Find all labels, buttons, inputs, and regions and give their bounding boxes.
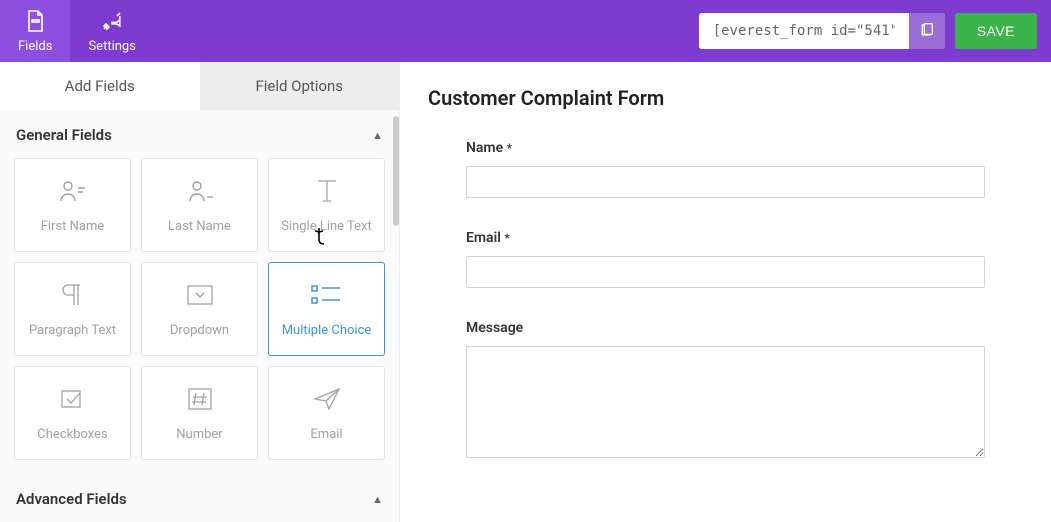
tab-add-fields[interactable]: Add Fields (0, 62, 200, 110)
tab-field-options[interactable]: Field Options (200, 62, 400, 110)
email-label: Email * (466, 230, 985, 246)
field-last-name[interactable]: Last Name (141, 158, 258, 252)
nav-fields-label: Fields (18, 39, 52, 54)
name-label: Name * (466, 140, 985, 156)
field-multiple-choice[interactable]: Multiple Choice (268, 262, 385, 356)
paragraph-icon (60, 281, 86, 309)
message-label: Message (466, 320, 985, 336)
section-general-fields[interactable]: General Fields ▲ (0, 110, 399, 158)
field-checkboxes[interactable]: Checkboxes (14, 366, 131, 460)
nav-settings[interactable]: Settings (70, 0, 153, 62)
settings-icon (100, 9, 124, 37)
nav-fields[interactable]: Fields (0, 0, 70, 62)
copy-shortcode-button[interactable] (909, 13, 945, 49)
chevron-up-icon: ▲ (372, 493, 383, 506)
email-input[interactable] (466, 256, 985, 288)
form-title: Customer Complaint Form (428, 86, 1023, 110)
person-icon (185, 177, 215, 205)
sidebar: Add Fields Field Options General Fields … (0, 62, 400, 522)
shortcode-box (699, 13, 945, 49)
field-first-name[interactable]: First Name (14, 158, 131, 252)
save-button[interactable]: SAVE (955, 13, 1037, 49)
fields-icon (23, 9, 47, 37)
checkbox-icon (60, 385, 86, 413)
name-input[interactable] (466, 166, 985, 198)
text-icon (312, 177, 342, 205)
field-single-line-text[interactable]: Single Line Text (268, 158, 385, 252)
top-toolbar: Fields Settings SAVE (0, 0, 1051, 62)
section-advanced-fields[interactable]: Advanced Fields ▲ (0, 474, 399, 522)
nav-settings-label: Settings (88, 39, 135, 54)
shortcode-input[interactable] (699, 13, 909, 49)
form-field-name[interactable]: Name * (466, 140, 985, 198)
form-field-message[interactable]: Message (466, 320, 985, 462)
form-field-email[interactable]: Email * (466, 230, 985, 288)
message-textarea[interactable] (466, 346, 985, 458)
clipboard-icon (919, 21, 935, 41)
radio-list-icon (311, 281, 343, 309)
cursor-icon (315, 227, 331, 249)
person-icon (58, 177, 88, 205)
field-dropdown[interactable]: Dropdown (141, 262, 258, 356)
scrollbar[interactable] (393, 116, 399, 226)
form-canvas: Customer Complaint Form Name * Email * M… (400, 62, 1051, 522)
dropdown-icon (186, 281, 214, 309)
field-email[interactable]: Email (268, 366, 385, 460)
field-paragraph-text[interactable]: Paragraph Text (14, 262, 131, 356)
send-icon (313, 385, 341, 413)
chevron-up-icon: ▲ (372, 129, 383, 142)
field-number[interactable]: Number (141, 366, 258, 460)
hash-icon (187, 385, 213, 413)
